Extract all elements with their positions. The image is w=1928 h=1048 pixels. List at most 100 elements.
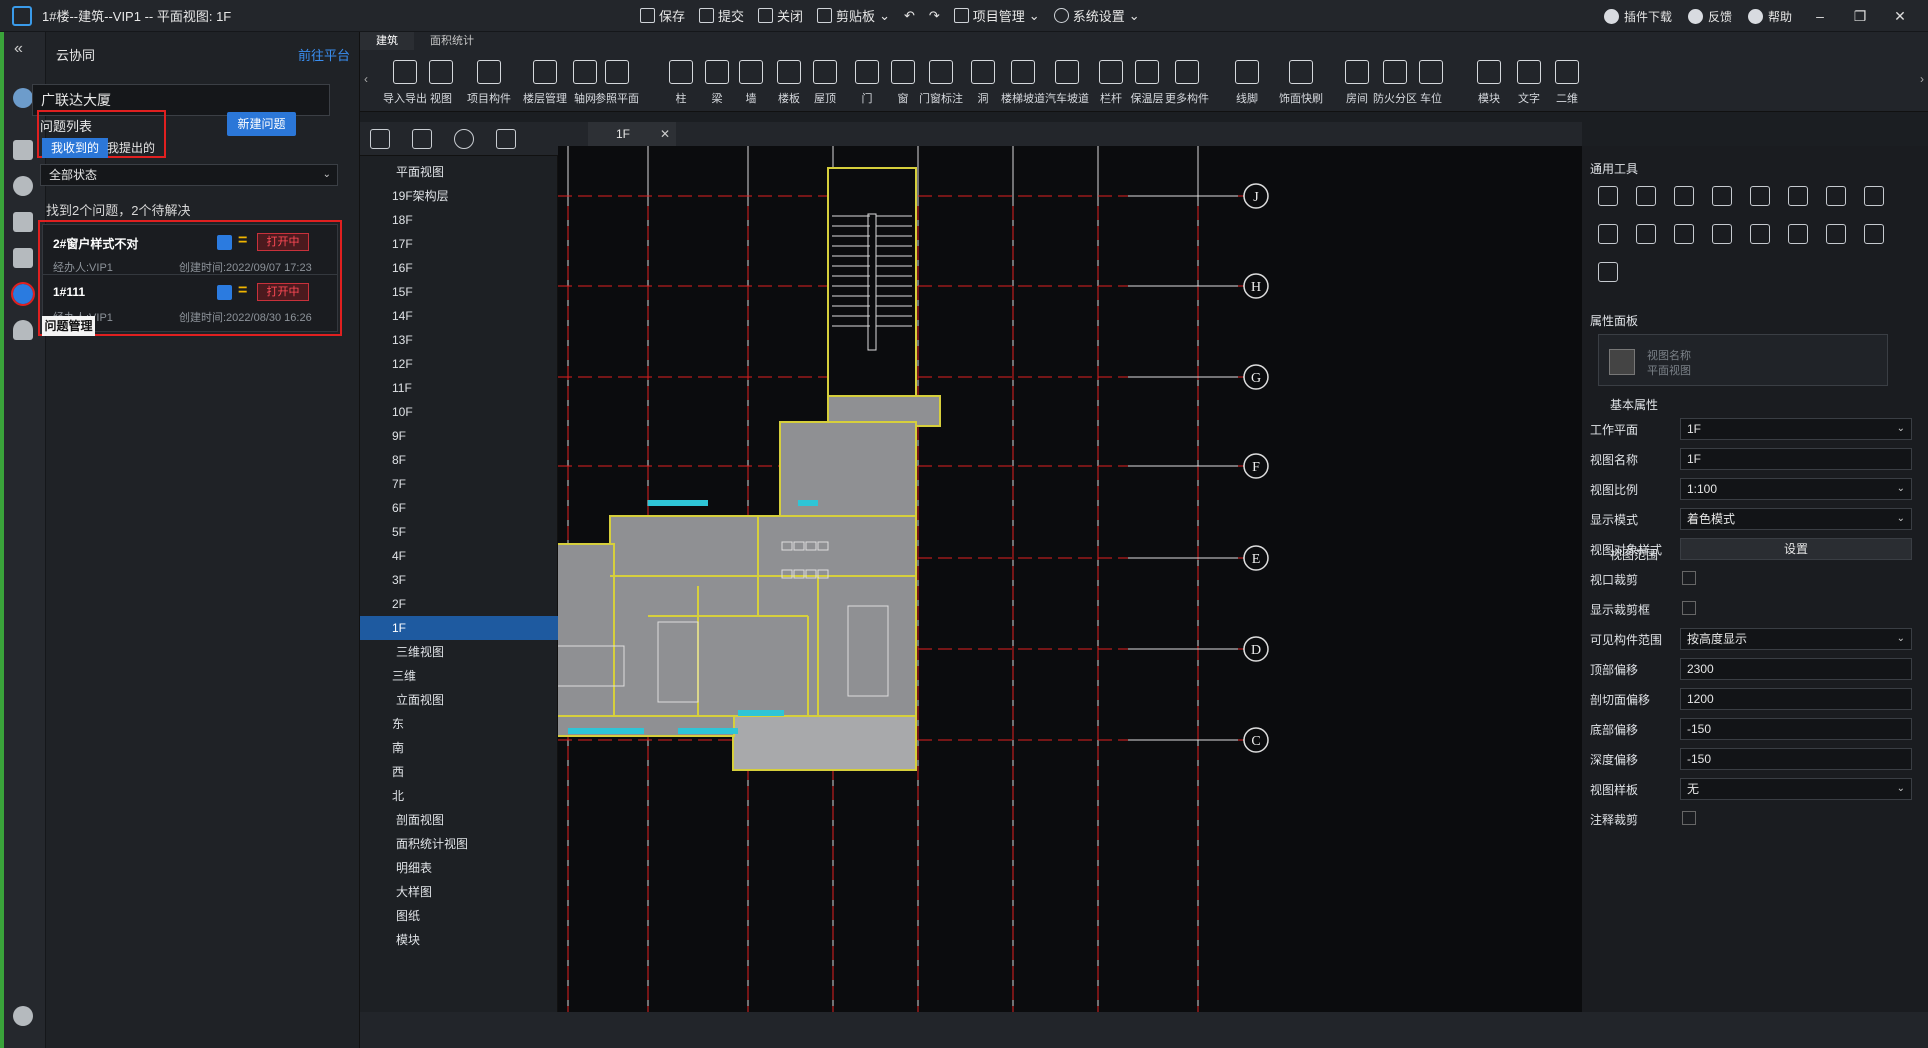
tree-node[interactable]: 16F bbox=[360, 256, 558, 280]
tree-node[interactable]: 明细表 bbox=[360, 856, 558, 880]
edit-tool-icon[interactable] bbox=[1788, 224, 1808, 244]
tree-node[interactable]: 5F bbox=[360, 520, 558, 544]
edit-tool-icon[interactable] bbox=[1636, 186, 1656, 206]
tree-node[interactable]: 立面视图 bbox=[360, 688, 558, 712]
clipboard-menu[interactable]: 剪贴板 ⌄ bbox=[817, 6, 890, 25]
tree-node[interactable]: 12F bbox=[360, 352, 558, 376]
tree-node[interactable]: 11F bbox=[360, 376, 558, 400]
help-button[interactable]: 帮助 bbox=[1747, 8, 1792, 25]
checkbox[interactable] bbox=[1682, 571, 1696, 585]
prop-input[interactable]: -150 bbox=[1680, 718, 1912, 740]
edit-tool-icon[interactable] bbox=[1598, 224, 1618, 244]
tree-node[interactable]: 18F bbox=[360, 208, 558, 232]
close-icon[interactable]: ✕ bbox=[660, 122, 670, 146]
prop-input[interactable]: 2300 bbox=[1680, 658, 1912, 680]
tree-node[interactable]: 西 bbox=[360, 760, 558, 784]
tree-node[interactable]: 平面视图 bbox=[360, 160, 558, 184]
folder-icon[interactable] bbox=[13, 212, 33, 232]
tree-node[interactable]: 三维 bbox=[360, 664, 558, 688]
edit-tool-icon[interactable] bbox=[1598, 186, 1618, 206]
prop-select[interactable]: 按高度显示 ⌄ bbox=[1680, 628, 1912, 650]
system-settings-menu[interactable]: 系统设置 ⌄ bbox=[1053, 6, 1140, 25]
tool-button[interactable]: 线脚 bbox=[1222, 54, 1272, 110]
prop-input[interactable]: 1200 bbox=[1680, 688, 1912, 710]
view-tab-1f[interactable]: 1F ✕ bbox=[588, 122, 676, 146]
status-filter-select[interactable]: 全部状态 ⌄ bbox=[40, 164, 338, 186]
checkbox[interactable] bbox=[1682, 811, 1696, 825]
tree-node[interactable]: 东 bbox=[360, 712, 558, 736]
submit-button[interactable]: 提交 bbox=[699, 6, 744, 25]
tool-button[interactable]: 二维 bbox=[1542, 54, 1592, 110]
edit-icon[interactable] bbox=[217, 285, 232, 300]
save-button[interactable]: 保存 bbox=[640, 6, 685, 25]
tree-node[interactable]: 三维视图 bbox=[360, 640, 558, 664]
filter-icon[interactable] bbox=[412, 129, 432, 149]
tool-button[interactable]: 楼梯坡道 bbox=[998, 54, 1048, 110]
edit-tool-icon[interactable] bbox=[1712, 186, 1732, 206]
plugin-download-button[interactable]: 插件下载 bbox=[1603, 8, 1672, 25]
ribbon-scroll-right[interactable]: › bbox=[1920, 72, 1924, 86]
edit-tool-icon[interactable] bbox=[1826, 224, 1846, 244]
edit-tool-icon[interactable] bbox=[1636, 224, 1656, 244]
go-platform-link[interactable]: 前往平台 bbox=[298, 45, 350, 64]
edit-tool-icon[interactable] bbox=[1674, 224, 1694, 244]
tree-node[interactable]: 17F bbox=[360, 232, 558, 256]
edit-tool-icon[interactable] bbox=[1750, 224, 1770, 244]
tree-node[interactable]: 14F bbox=[360, 304, 558, 328]
location-icon[interactable] bbox=[454, 129, 474, 149]
tree-node[interactable]: 大样图 bbox=[360, 880, 558, 904]
project-manage-menu[interactable]: 项目管理 ⌄ bbox=[953, 6, 1040, 25]
tree-node[interactable]: 15F bbox=[360, 280, 558, 304]
tree-node[interactable]: 北 bbox=[360, 784, 558, 808]
prop-select[interactable]: 1:100 ⌄ bbox=[1680, 478, 1912, 500]
new-issue-button[interactable]: 新建问题 bbox=[227, 112, 296, 136]
close-button[interactable]: 关闭 bbox=[758, 6, 803, 25]
tool-button[interactable]: 汽车坡道 bbox=[1042, 54, 1092, 110]
tree-node[interactable]: 面积统计视图 bbox=[360, 832, 558, 856]
tab-area-stats[interactable]: 面积统计 bbox=[414, 32, 490, 50]
edit-tool-icon[interactable] bbox=[1864, 224, 1884, 244]
prop-select[interactable]: 无 ⌄ bbox=[1680, 778, 1912, 800]
checkbox[interactable] bbox=[1682, 601, 1696, 615]
prop-select[interactable]: 着色模式 ⌄ bbox=[1680, 508, 1912, 530]
tree-node[interactable]: 10F bbox=[360, 400, 558, 424]
view-type-selector[interactable]: 视图名称 平面视图 bbox=[1598, 334, 1888, 386]
link-icon[interactable] bbox=[13, 176, 33, 196]
tree-node[interactable]: 8F bbox=[360, 448, 558, 472]
prop-input[interactable]: -150 bbox=[1680, 748, 1912, 770]
issue-manage-icon[interactable] bbox=[11, 282, 35, 306]
feedback-button[interactable]: 反馈 bbox=[1687, 8, 1732, 25]
tool-button[interactable]: 更多构件 bbox=[1162, 54, 1212, 110]
settings-button[interactable]: 设置 bbox=[1680, 538, 1912, 560]
cloud-upload-icon[interactable] bbox=[13, 1006, 33, 1026]
avatar[interactable] bbox=[13, 88, 33, 108]
tool-button[interactable]: 项目构件 bbox=[464, 54, 514, 110]
edit-tool-icon[interactable] bbox=[1864, 186, 1884, 206]
tool-button[interactable]: 参照平面 bbox=[592, 54, 642, 110]
panel-toggle-icon[interactable] bbox=[370, 129, 390, 149]
tree-node[interactable]: 9F bbox=[360, 424, 558, 448]
tree-node[interactable]: 剖面视图 bbox=[360, 808, 558, 832]
redo-button[interactable]: ↷ bbox=[929, 8, 940, 24]
tree-node[interactable]: 3F bbox=[360, 568, 558, 592]
tree-node[interactable]: 南 bbox=[360, 736, 558, 760]
list-icon[interactable] bbox=[13, 140, 33, 160]
tool-button[interactable]: 视图 bbox=[416, 54, 466, 110]
edit-tool-icon[interactable] bbox=[1788, 186, 1808, 206]
edit-icon[interactable] bbox=[217, 235, 232, 250]
tree-node[interactable]: 13F bbox=[360, 328, 558, 352]
tab-architecture[interactable]: 建筑 bbox=[360, 32, 414, 50]
minimize-button[interactable]: – bbox=[1808, 8, 1832, 24]
edit-tool-icon[interactable] bbox=[1750, 186, 1770, 206]
cube-icon[interactable] bbox=[496, 129, 516, 149]
window-close-button[interactable]: ✕ bbox=[1888, 8, 1912, 25]
tree-node[interactable]: 2F bbox=[360, 592, 558, 616]
tab-submitted[interactable]: 我提出的 bbox=[98, 138, 164, 158]
tree-node[interactable]: 1F bbox=[360, 616, 558, 640]
stack-icon[interactable] bbox=[13, 248, 33, 268]
undo-button[interactable]: ↶ bbox=[904, 8, 915, 24]
edit-tool-icon[interactable] bbox=[1674, 186, 1694, 206]
collapse-icon[interactable]: « bbox=[14, 40, 23, 58]
tree-node[interactable]: 图纸 bbox=[360, 904, 558, 928]
bell-icon[interactable] bbox=[13, 320, 33, 340]
